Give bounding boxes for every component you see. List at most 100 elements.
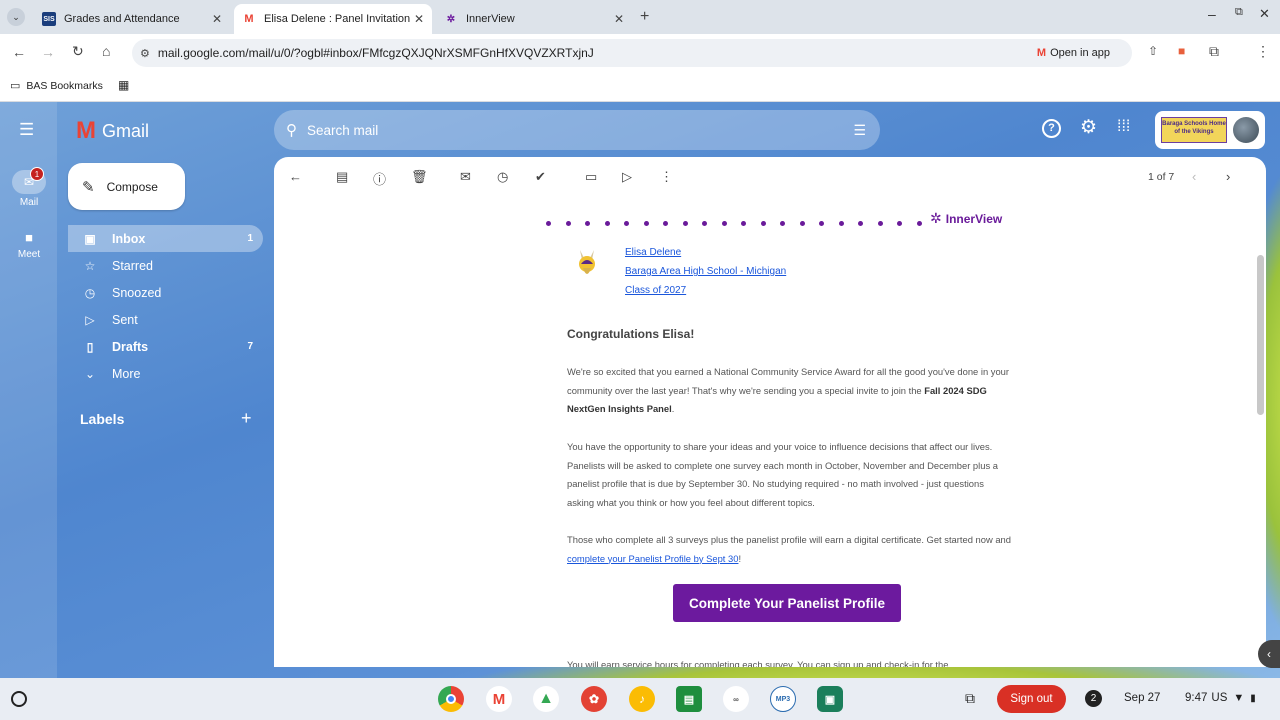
older-icon[interactable]: ›	[1226, 169, 1230, 184]
innerview-icon: ✲	[930, 210, 942, 226]
move-to-icon[interactable]: ▭	[585, 169, 597, 185]
address-bar[interactable]: ⚙ mail.google.com/mail/u/0/?ogbl#inbox/F…	[132, 39, 1132, 67]
rail-meet[interactable]: ■ Meet	[8, 230, 50, 260]
side-panel-toggle[interactable]: ‹	[1258, 640, 1280, 668]
url-text: mail.google.com/mail/u/0/?ogbl#inbox/FMf…	[157, 46, 594, 60]
sidebar-item-snoozed[interactable]: ◷ Snoozed	[68, 279, 263, 306]
launcher-button[interactable]	[11, 691, 27, 707]
student-name-link[interactable]: Elisa Delene	[625, 247, 681, 258]
tab-search-button[interactable]: ⌄	[7, 8, 25, 26]
extension-icon[interactable]: ■	[1178, 44, 1185, 58]
drive-icon[interactable]: ▲	[533, 686, 559, 712]
help-icon[interactable]: ?	[1042, 119, 1061, 138]
snooze-icon[interactable]: ◷	[497, 169, 508, 185]
sidebar-item-label: Snoozed	[112, 285, 162, 300]
close-icon[interactable]: ✕	[414, 12, 424, 26]
search-input[interactable]: Search mail	[307, 123, 378, 138]
class-link[interactable]: Class of 2027	[625, 285, 686, 296]
paragraph-text: !	[738, 552, 742, 564]
profile-link[interactable]: complete your Panelist Profile by Sept 3…	[567, 553, 738, 564]
status-area[interactable]: 9:47 US ▼ ▮	[1185, 692, 1256, 704]
apps-grid-icon[interactable]: ⁞⁞⁞	[1117, 118, 1130, 136]
hamburger-icon[interactable]: ☰	[19, 120, 34, 140]
scrollbar[interactable]	[1257, 255, 1264, 415]
apps-icon[interactable]: ▦	[118, 78, 129, 92]
sidebar-item-label: Drafts	[112, 339, 149, 354]
reload-icon[interactable]: ↻	[72, 43, 84, 60]
tab-gmail[interactable]: M Elisa Delene : Panel Invitation - ✕	[234, 4, 432, 34]
browser-toolbar: ← → ↻ ⌂ ⚙ mail.google.com/mail/u/0/?ogbl…	[0, 34, 1280, 72]
puzzle-icon[interactable]: ⧉	[1209, 43, 1219, 60]
classroom-icon[interactable]: ▤	[676, 686, 702, 712]
sidebar-item-inbox[interactable]: ▣ Inbox 1	[68, 225, 263, 252]
new-tab-button[interactable]: +	[640, 8, 649, 26]
notification-badge[interactable]: 2	[1085, 690, 1102, 707]
compose-button[interactable]: ✎ Compose	[68, 163, 185, 210]
newer-icon[interactable]: ‹	[1192, 169, 1196, 184]
sidebar-item-drafts[interactable]: ▯ Drafts 7	[68, 333, 263, 360]
open-in-app-button[interactable]: M Open in app	[1037, 47, 1110, 59]
unread-count: 1	[247, 233, 253, 244]
archive-icon[interactable]: ▤	[336, 169, 348, 185]
extension-icon[interactable]: ⇧	[1148, 44, 1158, 58]
gmail-logo[interactable]: M Gmail	[76, 117, 149, 145]
close-icon[interactable]: ✕	[212, 12, 222, 26]
viking-icon	[579, 250, 595, 274]
left-rail: ☰ ✉ 1 Mail ■ Meet	[0, 102, 57, 678]
mark-unread-icon[interactable]: ✉	[460, 169, 471, 185]
app-icon[interactable]: MP3	[770, 686, 796, 712]
gmail-icon[interactable]: M	[486, 686, 512, 712]
tab-grades[interactable]: SIS Grades and Attendance ✕	[34, 4, 230, 34]
add-task-icon[interactable]: ✔	[535, 169, 546, 185]
sidebar-item-starred[interactable]: ☆ Starred	[68, 252, 263, 279]
tab-label: Grades and Attendance	[64, 13, 180, 25]
search-icon[interactable]: ⚲	[286, 121, 297, 139]
tab-innerview[interactable]: ✲ InnerView ✕	[436, 4, 632, 34]
complete-profile-button[interactable]: Complete Your Panelist Profile	[673, 584, 901, 622]
minimize-button[interactable]: –	[1208, 6, 1216, 22]
paragraph-3: Those who complete all 3 surveys plus th…	[567, 531, 1012, 568]
folder-icon: ▭	[10, 80, 21, 92]
clock-time: 9:47	[1185, 692, 1208, 704]
bookmark-folder[interactable]: ▭ BAS Bookmarks	[10, 79, 103, 93]
filter-icon[interactable]: ☰	[853, 122, 866, 139]
delete-icon[interactable]: 🗑	[411, 169, 428, 185]
gmail-icon: M	[1036, 47, 1047, 59]
chrome-icon[interactable]	[438, 686, 464, 712]
date-display[interactable]: Sep 27	[1124, 692, 1160, 704]
gmail-m-icon: M	[76, 117, 96, 144]
rail-mail[interactable]: ✉ 1 Mail	[8, 167, 50, 208]
sign-out-button[interactable]: Sign out	[997, 685, 1066, 713]
account-area[interactable]: Baraga Schools Home of the Vikings	[1155, 111, 1265, 149]
system-shelf: M ▲ ✿ ♪ ▤ ∞ MP3 ▣ ⧉ Sign out 2 Sep 27 9:…	[0, 678, 1280, 720]
sidebar-item-sent[interactable]: ▷ Sent	[68, 306, 263, 333]
screenshot-icon[interactable]: ⧉	[965, 690, 975, 707]
word-icon[interactable]: ▣	[817, 686, 843, 712]
gmail-icon: M	[244, 13, 254, 25]
tab-label: Elisa Delene : Panel Invitation -	[264, 13, 412, 25]
close-icon[interactable]: ✕	[614, 12, 624, 26]
menu-icon[interactable]: ⋮	[1256, 43, 1270, 60]
search-bar[interactable]: ⚲ Search mail ☰	[274, 110, 880, 150]
back-icon[interactable]: ←	[289, 169, 302, 184]
mail-badge: 1	[30, 167, 44, 181]
app-icon[interactable]: ∞	[723, 686, 749, 712]
tab-strip: ⌄ SIS Grades and Attendance ✕ M Elisa De…	[0, 0, 1280, 34]
more-options-icon[interactable]: ⋮	[660, 169, 673, 185]
video-icon: ■	[25, 230, 33, 245]
settings-icon[interactable]: ⚙	[1080, 116, 1097, 139]
close-window-button[interactable]: ✕	[1259, 6, 1270, 22]
sidebar-item-more[interactable]: ⌄ More	[68, 360, 263, 387]
keep-icon[interactable]: ♪	[629, 686, 655, 712]
label-icon[interactable]: ▷	[622, 169, 632, 185]
school-link[interactable]: Baraga Area High School - Michigan	[625, 266, 786, 277]
site-info-icon[interactable]: ⚙	[140, 47, 150, 60]
report-spam-icon[interactable]: ⓘ	[373, 169, 386, 188]
restore-button[interactable]: ⧉	[1235, 6, 1243, 19]
canvas-icon[interactable]: ✿	[581, 686, 607, 712]
forward-icon[interactable]: →	[41, 44, 55, 60]
add-label-button[interactable]: +	[241, 408, 252, 429]
back-icon[interactable]: ←	[12, 44, 26, 60]
home-icon[interactable]: ⌂	[102, 43, 110, 59]
wifi-icon: ▼	[1233, 692, 1245, 704]
